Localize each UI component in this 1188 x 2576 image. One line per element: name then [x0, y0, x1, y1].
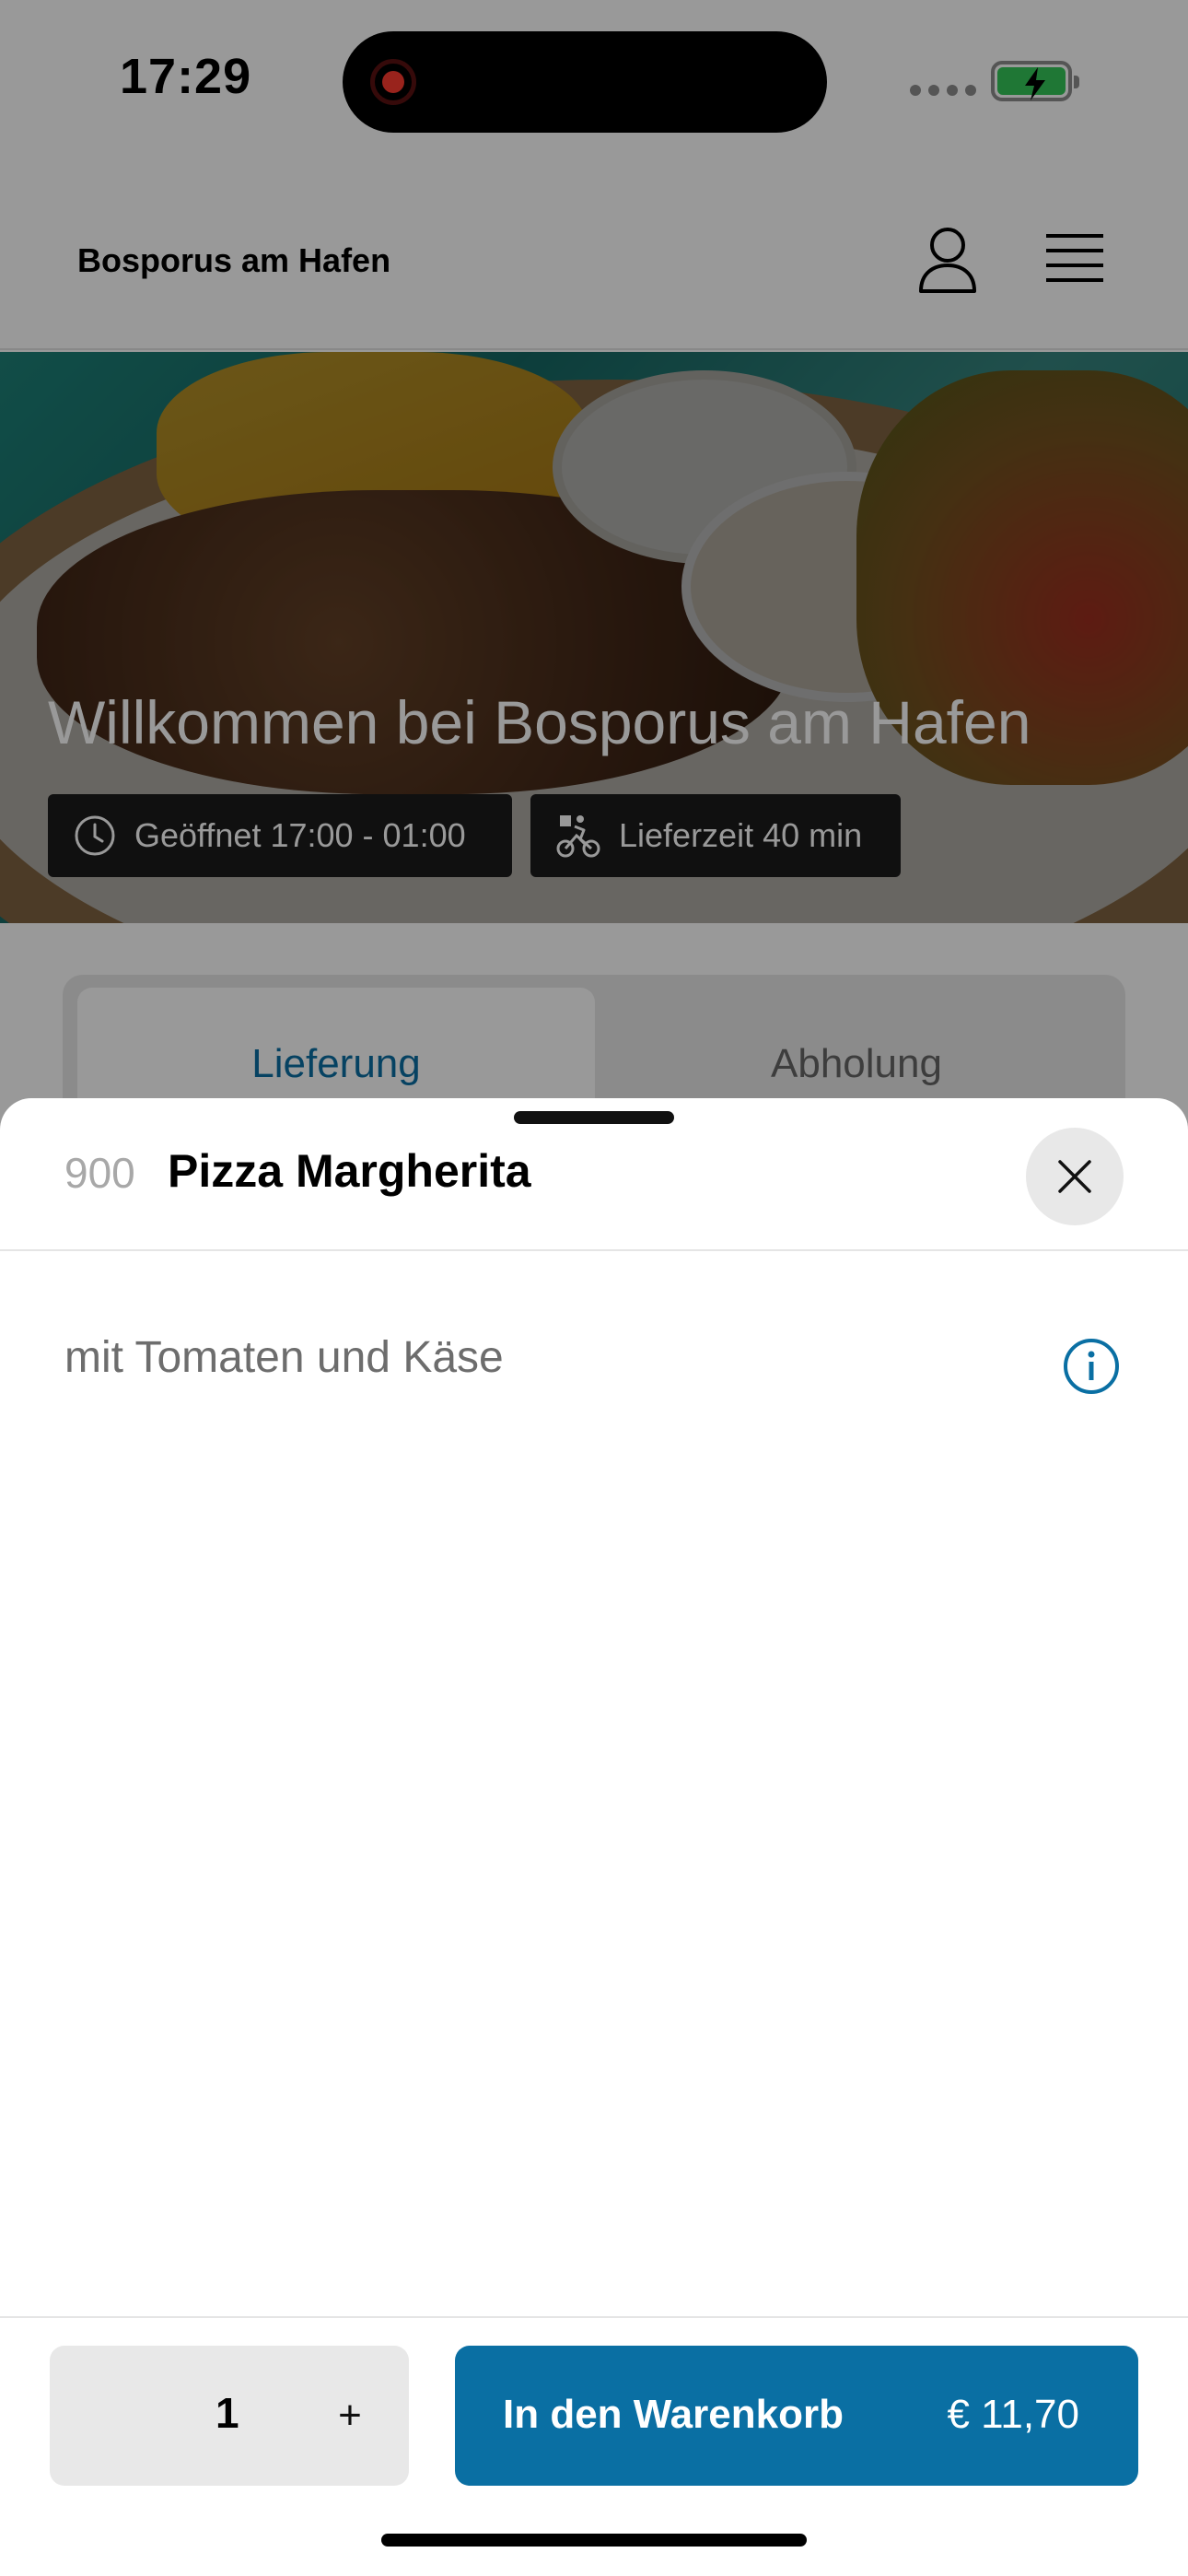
sheet-footer: 1 + In den Warenkorb € 11,70 — [0, 2316, 1188, 2576]
sheet-drag-handle[interactable] — [514, 1111, 674, 1124]
increment-button[interactable]: + — [322, 2383, 378, 2449]
item-number: 900 — [64, 1149, 135, 1197]
quantity-stepper: 1 + — [50, 2346, 409, 2486]
close-button[interactable] — [1026, 1128, 1124, 1225]
item-price: € 11,70 — [947, 2392, 1079, 2437]
home-indicator[interactable] — [381, 2534, 807, 2547]
item-detail-sheet: 900 Pizza Margherita mit Tomaten und Käs… — [0, 1098, 1188, 2576]
add-to-cart-button[interactable]: In den Warenkorb € 11,70 — [455, 2346, 1138, 2486]
quantity-value: 1 — [215, 2389, 239, 2437]
sheet-header: 900 Pizza Margherita — [0, 1098, 1188, 1251]
close-icon — [1058, 1160, 1091, 1193]
info-icon[interactable] — [1063, 1338, 1120, 1395]
add-to-cart-label: In den Warenkorb — [503, 2392, 844, 2437]
item-name: Pizza Margherita — [168, 1145, 531, 1197]
item-description: mit Tomaten und Käse — [64, 1333, 504, 1382]
